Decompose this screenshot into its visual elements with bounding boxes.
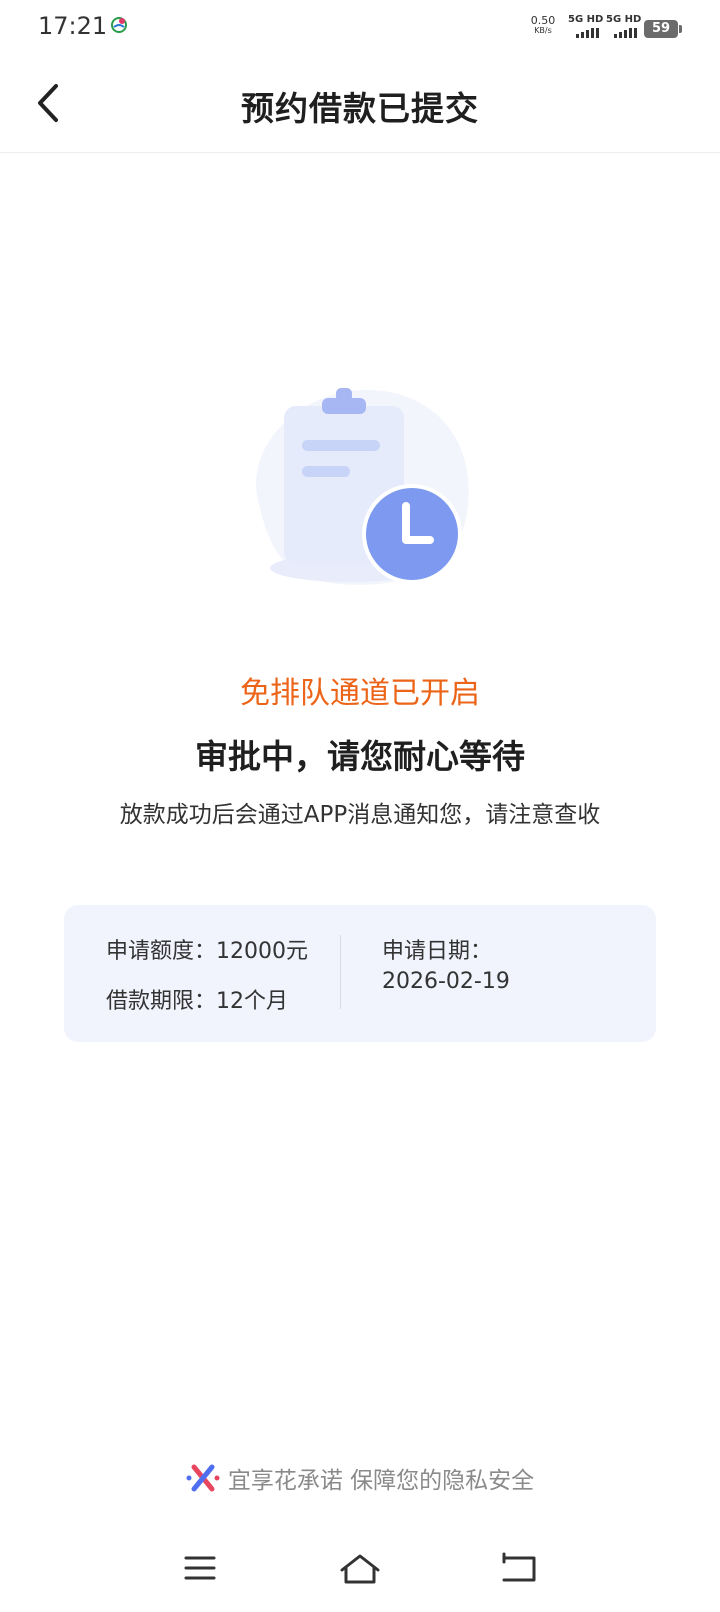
home-icon [340, 1554, 380, 1584]
sim1-label: 5G HD [568, 14, 604, 25]
network-speed-unit: KB/s [534, 26, 552, 35]
approval-status: 审批中，请您耐心等待 [195, 737, 525, 776]
home-button[interactable] [330, 1550, 390, 1590]
sim1-signal-icon: 5G HD [568, 14, 604, 40]
brand-logo-icon [186, 1464, 220, 1492]
return-icon [502, 1552, 536, 1582]
amount-value: 12000元 [216, 939, 309, 964]
carrier-icon [111, 17, 127, 33]
date-value: 2026-02-19 [382, 969, 510, 994]
network-speed-value: 0.50 [530, 14, 556, 27]
menu-icon [184, 1556, 216, 1580]
info-right-column: 申请日期： 2026-02-19 [382, 937, 510, 997]
menu-button[interactable] [170, 1550, 230, 1590]
return-button[interactable] [490, 1550, 550, 1590]
sim2-signal-icon: 5G HD [606, 14, 642, 40]
queue-free-highlight: 免排队通道已开启 [240, 676, 480, 711]
amount-row: 申请额度：12000元 [106, 937, 308, 987]
date-label: 申请日期： [382, 939, 493, 964]
term-value: 12个月 [216, 989, 289, 1014]
term-row: 借款期限：12个月 [106, 987, 308, 1037]
info-left-column: 申请额度：12000元 借款期限：12个月 [106, 937, 308, 1037]
privacy-footer-text: 宜享花承诺 保障您的隐私安全 [227, 1468, 535, 1494]
term-label: 借款期限： [106, 989, 217, 1014]
battery-icon: 59 [644, 20, 682, 38]
clipboard-clock-illustration [256, 388, 469, 585]
application-info-card: 申请额度：12000元 借款期限：12个月 申请日期： 2026-02-19 [64, 905, 656, 1042]
sim2-label: 5G HD [606, 14, 642, 25]
page-title: 预约借款已提交 [241, 89, 479, 128]
info-divider [340, 935, 341, 1009]
notification-notice: 放款成功后会通过APP消息通知您，请注意查收 [119, 802, 601, 828]
page-header: 预约借款已提交 [0, 56, 720, 153]
privacy-footer: 宜享花承诺 保障您的隐私安全 [0, 1458, 720, 1498]
status-bar: 17:21 0.50 KB/s 5G HD 5G HD 59 [0, 0, 720, 56]
status-time: 17:21 [38, 12, 108, 40]
network-speed: 0.50 KB/s [528, 14, 558, 36]
system-nav-bar [0, 1550, 720, 1612]
amount-label: 申请额度： [106, 939, 217, 964]
